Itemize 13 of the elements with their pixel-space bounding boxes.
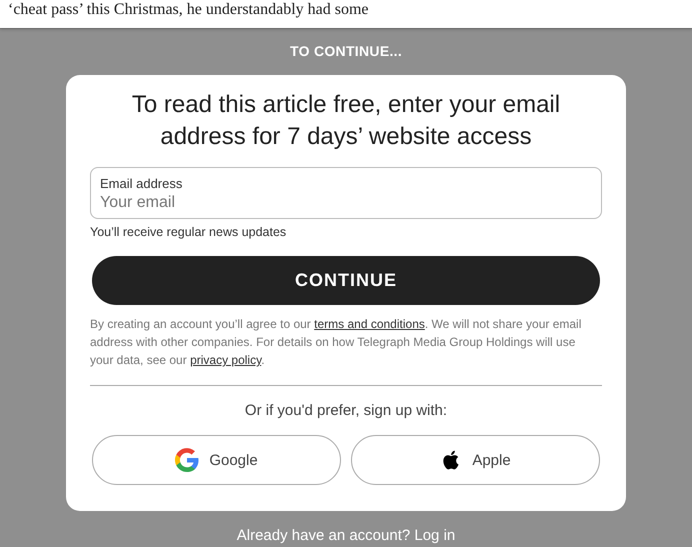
social-signup-button[interactable]: Apple [351,435,600,485]
legal-link[interactable]: terms and conditions [314,317,425,331]
social-signup-button[interactable]: Google [92,435,341,485]
overlay-heading: TO CONTINUE... [290,43,402,59]
legal-text: By creating an account you’ll agree to our terms and conditions. We will not share your email address with other companies. For details on how Telegraph Media Group Holdings will use your data, see our privacy policy. [90,316,582,369]
legal-link[interactable]: privacy policy [190,353,262,367]
card-title: To read this article free, enter your email address for 7 days’ website access [130,90,562,152]
social-prompt: Or if you'd prefer, sign up with: [244,402,448,419]
email-field[interactable]: Email address Your email [90,167,602,219]
hint-text: You’ll receive regular news updates [90,225,288,239]
google-g-icon [175,448,200,472]
article-text: ‘cheat pass’ this Christmas, he understandably had some [8,0,370,20]
continue-button[interactable]: CONTINUE [92,256,600,305]
